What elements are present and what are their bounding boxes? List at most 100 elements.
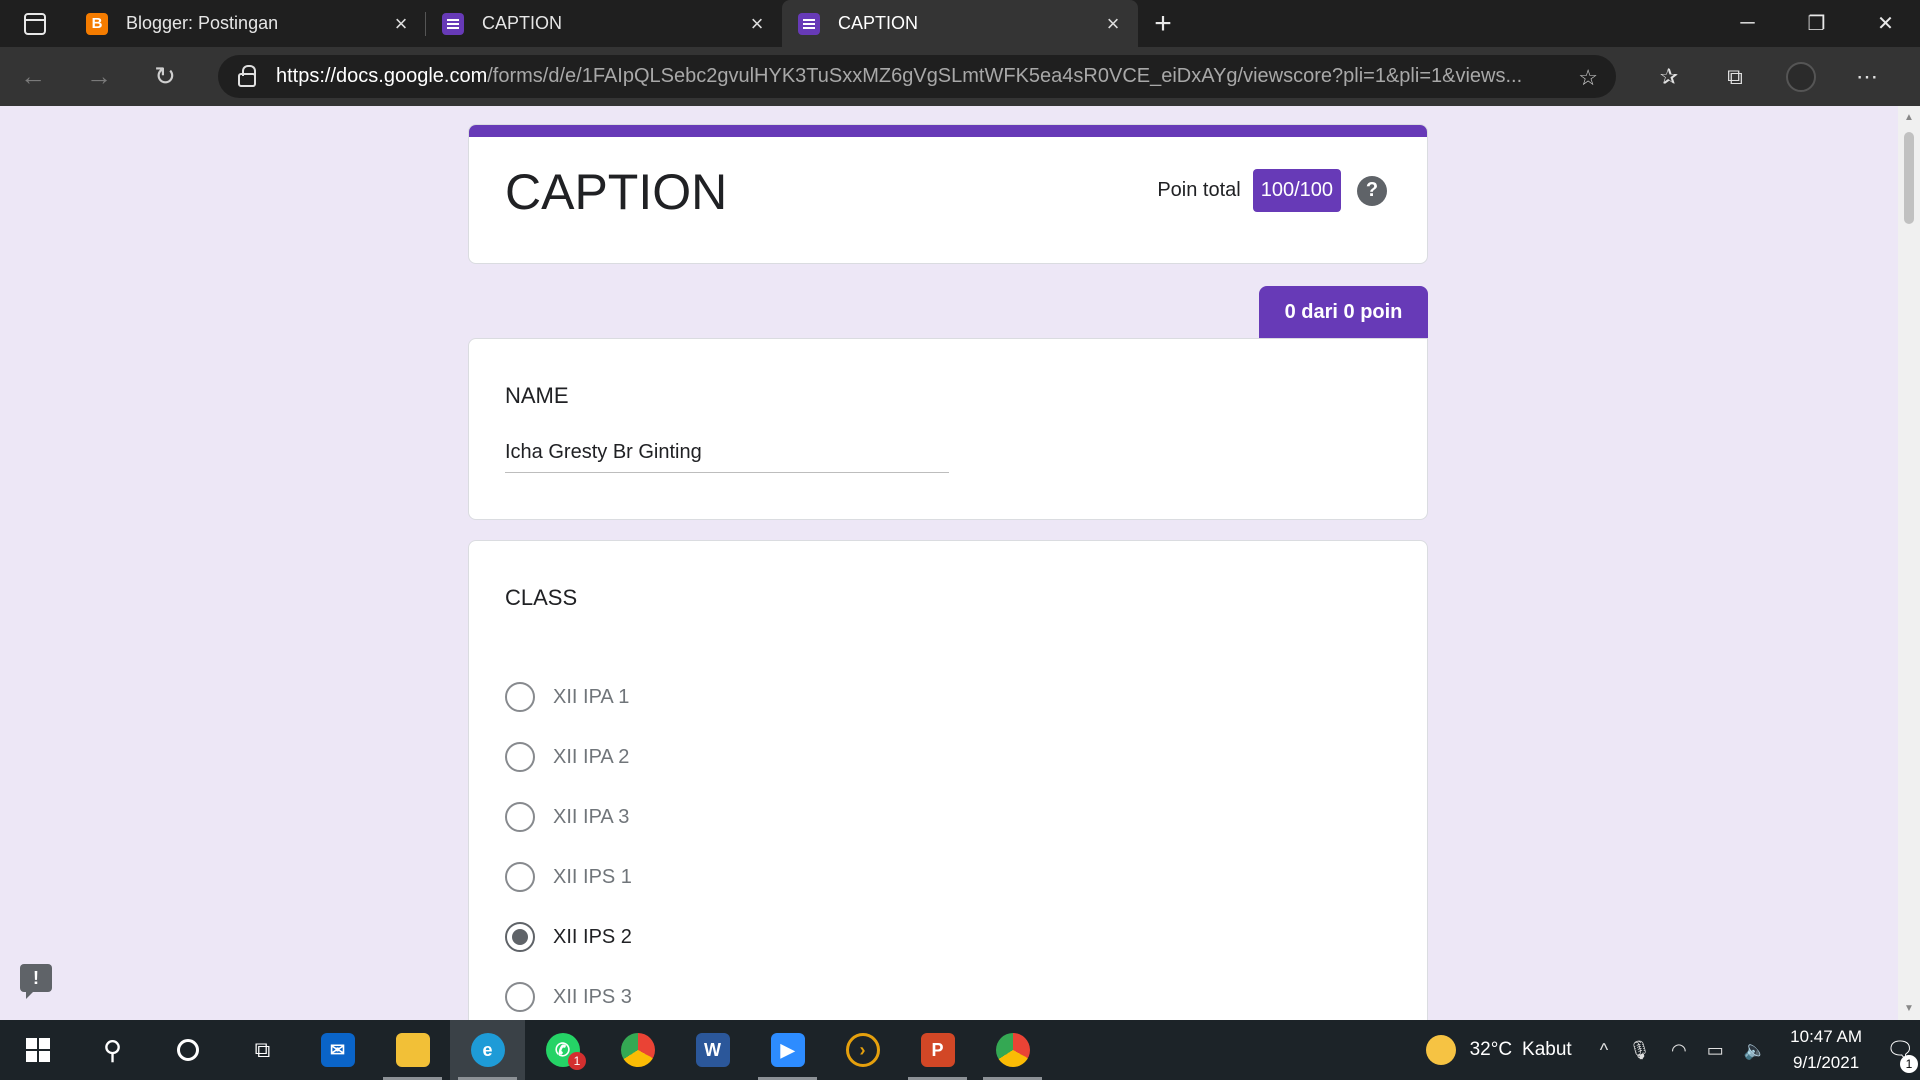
temperature[interactable]: 32°C: [1470, 1039, 1512, 1061]
notification-count: 1: [1900, 1055, 1918, 1073]
battery-icon[interactable]: ▭: [1707, 1040, 1724, 1061]
page-viewport: CAPTION Poin total 100/100 ? 0 dari 0 po…: [0, 106, 1920, 1020]
settings-menu-icon[interactable]: ⋯: [1834, 64, 1900, 90]
file-explorer-app[interactable]: [375, 1020, 450, 1080]
page-scrollbar[interactable]: ▲ ▼: [1898, 106, 1920, 1020]
tab-caption-1[interactable]: CAPTION ×: [426, 0, 782, 47]
close-icon[interactable]: ×: [390, 11, 412, 37]
question-title: NAME: [505, 383, 569, 408]
forward-button[interactable]: →: [66, 47, 132, 106]
radio-button[interactable]: [505, 982, 535, 1012]
form-title: CAPTION: [505, 164, 728, 220]
powerpoint-icon: P: [920, 1033, 955, 1067]
report-feedback-icon[interactable]: !: [20, 964, 52, 999]
question-card-class: CLASS XII IPA 1 XII IPA 2 XII IPA 3 XII …: [468, 540, 1428, 1020]
chrome-icon: [620, 1033, 655, 1067]
radio-option[interactable]: XII IPS 3: [505, 967, 632, 1020]
radio-button[interactable]: [505, 802, 535, 832]
zoom-icon: ▶: [770, 1033, 805, 1067]
cortana-button[interactable]: [150, 1020, 225, 1080]
system-tray: 32°C Kabut ^ 🎙 ◠ ▭ 🔈 10:47 AM 9/1/2021 🗨…: [1425, 1020, 1920, 1080]
class-options: XII IPA 1 XII IPA 2 XII IPA 3 XII IPS 1 …: [505, 667, 632, 1020]
scroll-down-icon[interactable]: ▼: [1898, 1003, 1920, 1014]
scrollbar-thumb[interactable]: [1904, 132, 1914, 224]
mail-app[interactable]: ✉: [300, 1020, 375, 1080]
minimize-button[interactable]: ─: [1713, 0, 1782, 47]
word-app[interactable]: W: [675, 1020, 750, 1080]
whatsapp-app[interactable]: ✆ 1: [525, 1020, 600, 1080]
radio-option[interactable]: XII IPA 2: [505, 727, 632, 787]
back-button[interactable]: ←: [0, 47, 66, 106]
radio-option-selected[interactable]: XII IPS 2: [505, 907, 632, 967]
tab-actions-icon: [24, 12, 46, 35]
lock-icon[interactable]: [238, 64, 256, 87]
wifi-icon[interactable]: ◠: [1671, 1040, 1687, 1061]
option-label: XII IPA 1: [553, 685, 630, 708]
chrome-profile-app[interactable]: [975, 1020, 1050, 1080]
chrome-app[interactable]: [600, 1020, 675, 1080]
points-total-label: Poin total: [1157, 179, 1241, 201]
volume-icon[interactable]: 🔈: [1744, 1040, 1766, 1061]
url-field[interactable]: https://docs.google.com/forms/d/e/1FAIpQ…: [218, 55, 1616, 98]
action-center-button[interactable]: 🗨 1: [1880, 1037, 1920, 1073]
option-label: XII IPS 2: [553, 925, 632, 948]
plex-app[interactable]: ›: [825, 1020, 900, 1080]
clock[interactable]: 10:47 AM 9/1/2021: [1790, 1024, 1862, 1076]
scroll-up-icon[interactable]: ▲: [1898, 112, 1920, 123]
collections-icon[interactable]: ⧉: [1702, 64, 1768, 90]
notification-badge: 1: [568, 1052, 586, 1070]
radio-option[interactable]: XII IPS 1: [505, 847, 632, 907]
help-icon[interactable]: ?: [1357, 175, 1387, 206]
name-answer: Icha Gresty Br Ginting: [505, 441, 949, 473]
zoom-app[interactable]: ▶: [750, 1020, 825, 1080]
blogger-icon: B: [86, 12, 108, 35]
score-badge: 100/100: [1252, 169, 1341, 212]
tab-title: Blogger: Postingan: [126, 13, 279, 33]
question-points-badge: 0 dari 0 poin: [1259, 286, 1428, 338]
file-explorer-icon: [395, 1033, 430, 1067]
new-tab-button[interactable]: +: [1138, 0, 1188, 47]
powerpoint-app[interactable]: P: [900, 1020, 975, 1080]
task-view-button[interactable]: ⧉: [225, 1020, 300, 1080]
tab-blogger[interactable]: B Blogger: Postingan ×: [70, 0, 426, 47]
search-button[interactable]: ⚲: [75, 1020, 150, 1080]
radio-option[interactable]: XII IPA 3: [505, 787, 632, 847]
favorites-icon[interactable]: ✰: [1636, 64, 1702, 90]
add-favorite-icon[interactable]: ☆: [1578, 65, 1598, 91]
close-icon[interactable]: ×: [1102, 11, 1124, 37]
restore-button[interactable]: ❐: [1782, 0, 1851, 47]
close-window-button[interactable]: ✕: [1851, 0, 1920, 47]
tab-title: CAPTION: [838, 13, 919, 33]
date: 9/1/2021: [1792, 1053, 1860, 1072]
start-button[interactable]: [0, 1020, 75, 1080]
url-text: https://docs.google.com/forms/d/e/1FAIpQ…: [276, 65, 1523, 87]
windows-taskbar: ⚲ ⧉ ✉ e ✆ 1 W ▶ › P 32°C Kabut ^ 🎙 ◠ ▭ 🔈 …: [0, 1020, 1920, 1080]
mail-icon: ✉: [320, 1033, 355, 1067]
radio-button[interactable]: [505, 862, 535, 892]
radio-button[interactable]: [505, 742, 535, 772]
refresh-button[interactable]: ↻: [132, 47, 198, 106]
chevron-up-icon[interactable]: ^: [1600, 1040, 1608, 1061]
plex-icon: ›: [845, 1033, 880, 1067]
close-icon[interactable]: ×: [746, 11, 768, 37]
accent-bar: [469, 125, 1427, 137]
option-label: XII IPS 3: [553, 985, 632, 1008]
start-icon: [25, 1038, 50, 1062]
radio-option[interactable]: XII IPA 1: [505, 667, 632, 727]
edge-icon: e: [470, 1033, 505, 1067]
tab-caption-2[interactable]: CAPTION ×: [782, 0, 1138, 47]
microphone-icon[interactable]: 🎙: [1628, 1040, 1651, 1061]
radio-button[interactable]: [505, 682, 535, 712]
word-icon: W: [695, 1033, 730, 1067]
weather-condition[interactable]: Kabut: [1522, 1039, 1572, 1061]
profile-button[interactable]: [1768, 61, 1834, 92]
tab-actions-button[interactable]: [0, 0, 70, 47]
option-label: XII IPA 2: [553, 745, 630, 768]
google-forms-icon: [442, 12, 464, 35]
radio-button-checked[interactable]: [505, 922, 535, 952]
tab-title: CAPTION: [482, 13, 563, 33]
edge-app[interactable]: e: [450, 1020, 525, 1080]
browser-tab-bar: B Blogger: Postingan × CAPTION × CAPTION…: [0, 0, 1920, 47]
form-header-card: CAPTION Poin total 100/100 ?: [468, 124, 1428, 264]
weather-icon[interactable]: [1425, 1035, 1456, 1065]
